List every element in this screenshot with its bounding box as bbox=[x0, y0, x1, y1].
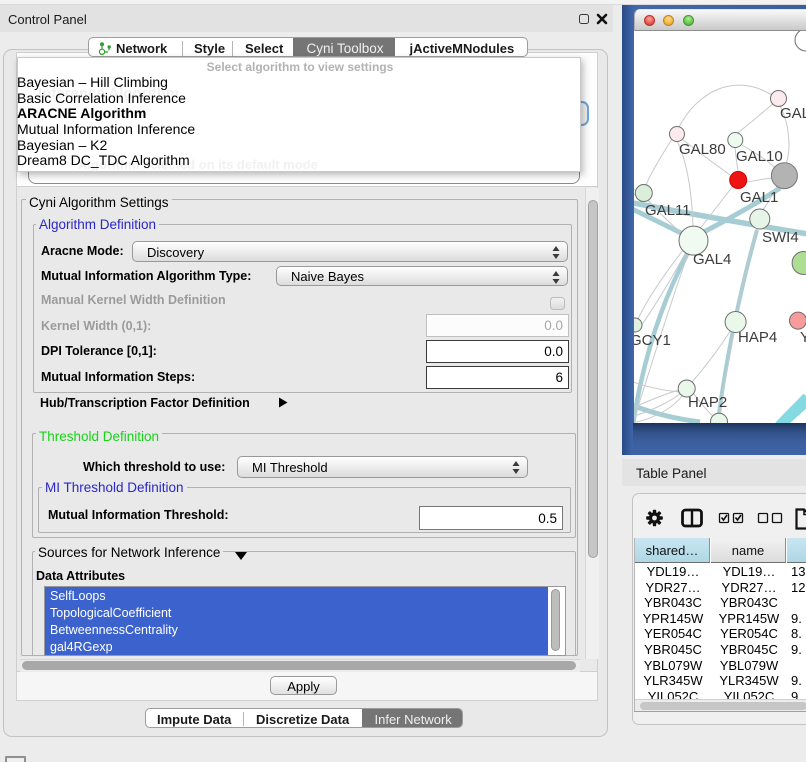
svg-text:GAL11: GAL11 bbox=[645, 202, 691, 219]
svg-text:GAL80: GAL80 bbox=[679, 141, 726, 158]
svg-text:GAL10: GAL10 bbox=[736, 148, 783, 165]
svg-text:HAP4: HAP4 bbox=[738, 329, 777, 346]
svg-text:GCY1: GCY1 bbox=[634, 332, 671, 349]
svg-text:YE: YE bbox=[800, 329, 806, 346]
svg-text:GAL2: GAL2 bbox=[780, 105, 806, 122]
svg-text:GAL1: GAL1 bbox=[740, 189, 778, 206]
svg-text:SWI4: SWI4 bbox=[762, 229, 799, 246]
svg-text:HAP2: HAP2 bbox=[688, 394, 727, 411]
svg-text:GAL4: GAL4 bbox=[693, 251, 731, 268]
